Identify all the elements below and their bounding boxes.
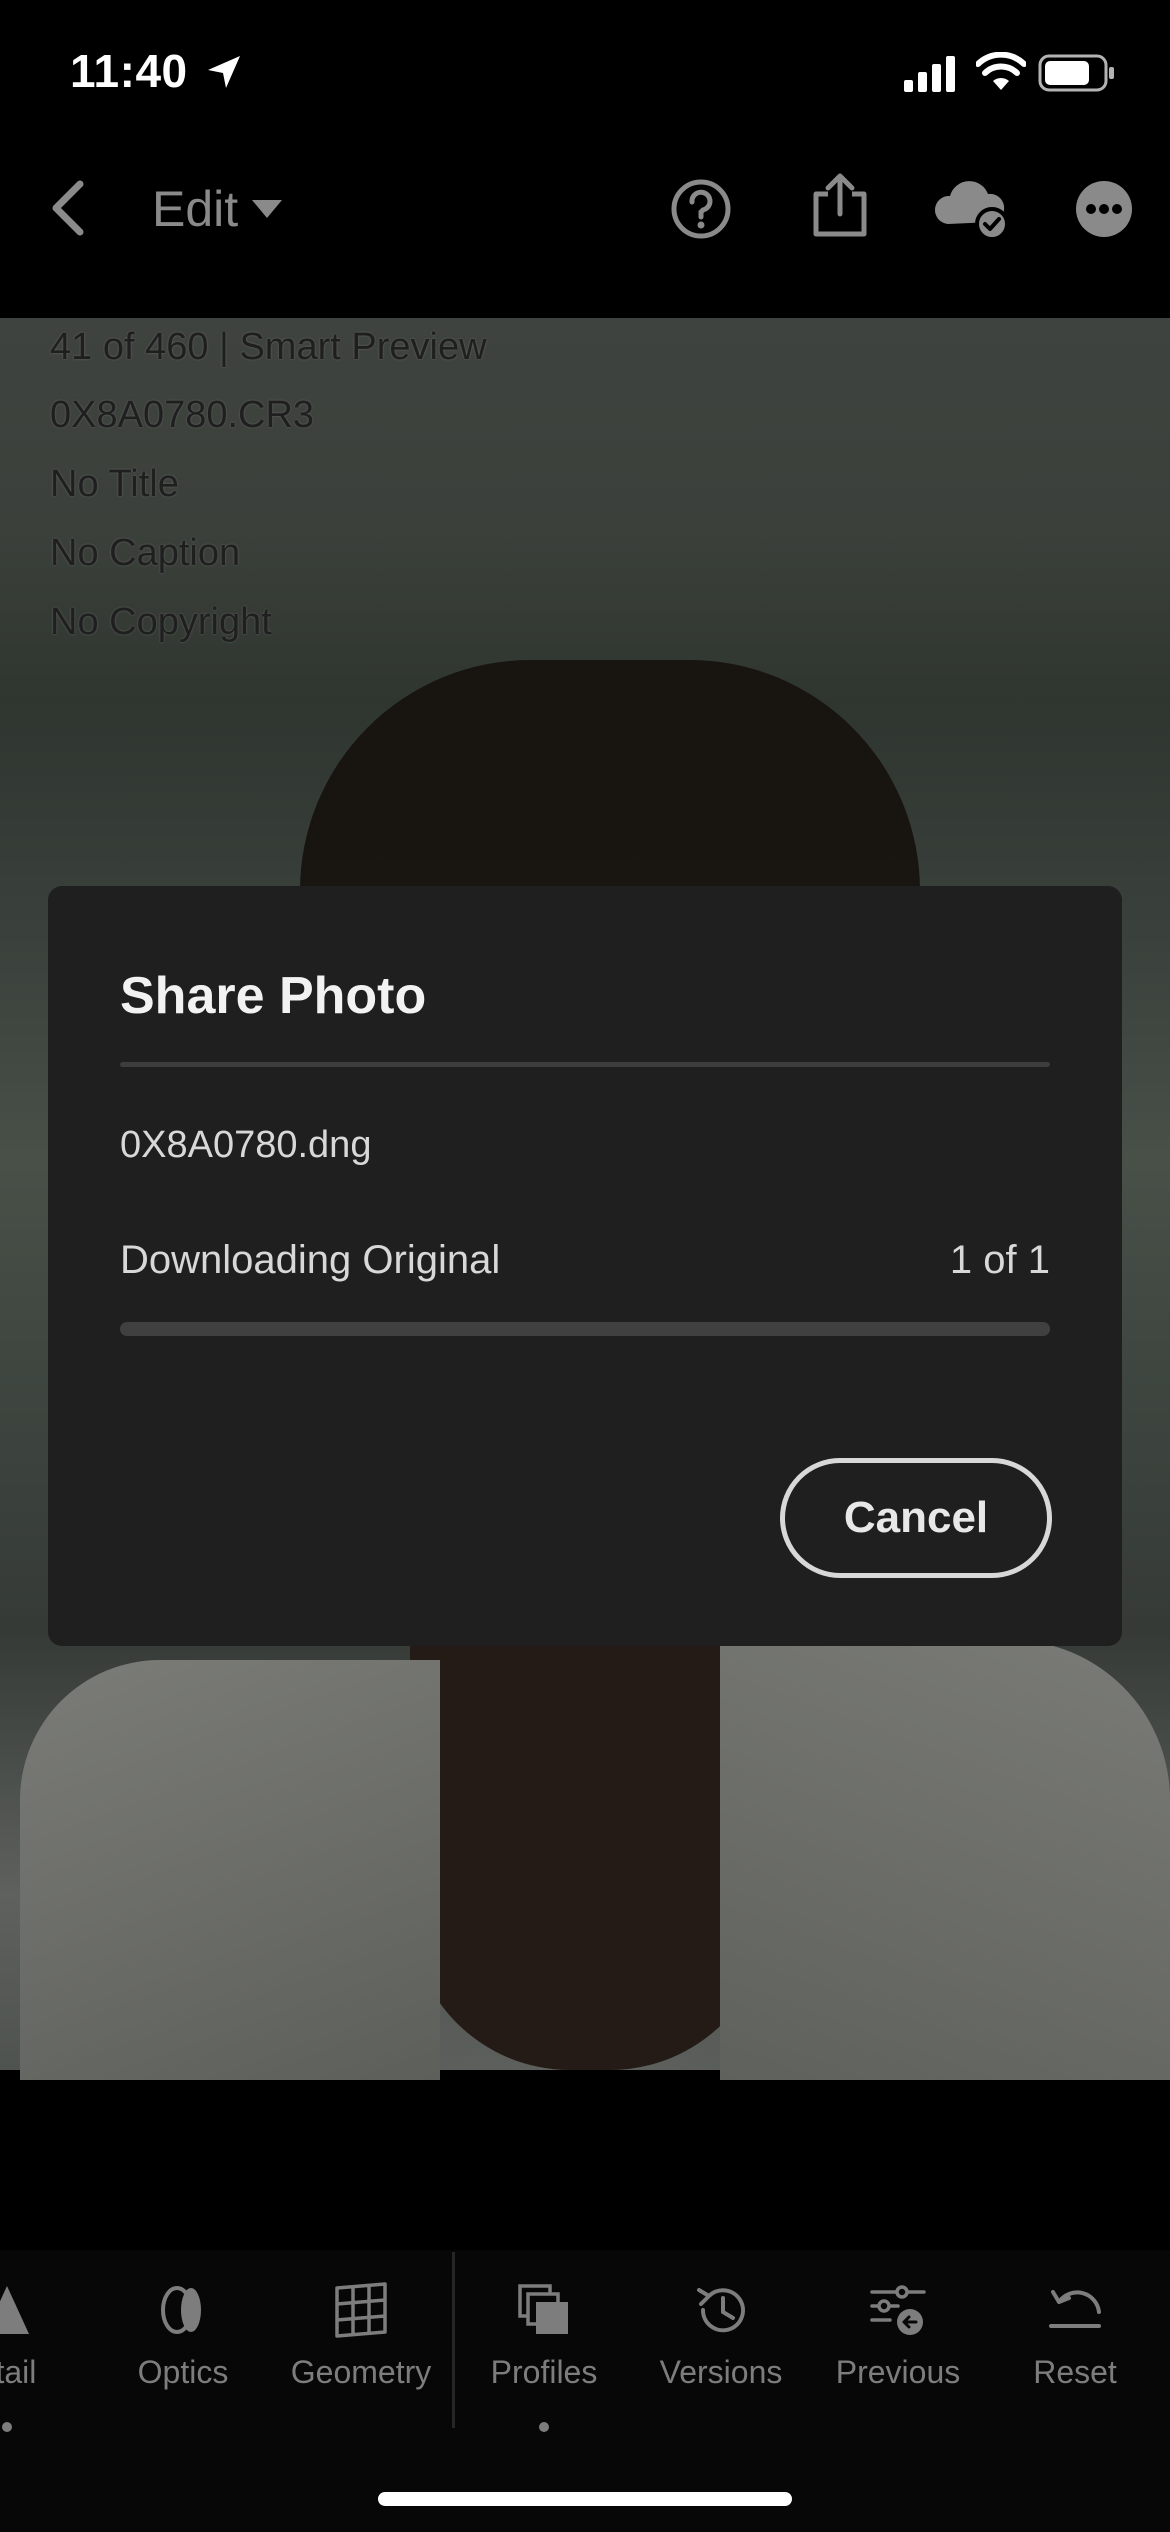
tool-detail[interactable]: etail <box>0 2280 92 2391</box>
edit-menu-label[interactable]: Edit <box>152 180 238 238</box>
photo-copyright: No Copyright <box>50 601 272 643</box>
cancel-button[interactable]: Cancel <box>780 1458 1052 1578</box>
download-count-text: 1 of 1 <box>949 1238 1050 1282</box>
photo-position-text: 41 of 460 | Smart Preview <box>50 326 487 368</box>
more-icon[interactable] <box>1075 180 1133 238</box>
photo-title: No Title <box>50 463 179 505</box>
photo-subject-neck <box>410 1620 770 2070</box>
tool-detail-label: etail <box>0 2354 37 2390</box>
location-arrow-icon <box>208 56 240 88</box>
detail-icon <box>0 2286 29 2334</box>
status-time: 11:40 <box>70 45 188 97</box>
photo-filename: 0X8A0780.CR3 <box>50 394 315 436</box>
cloud-synced-icon[interactable] <box>932 178 1012 242</box>
wifi-icon <box>976 52 1026 90</box>
download-progress-bar <box>120 1322 1050 1336</box>
dialog-file-name: 0X8A0780.dng <box>120 1124 372 1166</box>
home-indicator[interactable] <box>378 2492 792 2506</box>
toolbar-divider <box>452 2252 455 2428</box>
share-photo-dialog: Share Photo 0X8A0780.dng Downloading Ori… <box>48 886 1122 1646</box>
dropdown-caret-icon[interactable] <box>250 198 284 220</box>
versions-icon <box>697 2288 745 2333</box>
back-chevron-icon[interactable] <box>48 180 88 236</box>
share-icon[interactable] <box>808 172 872 238</box>
tool-geometry[interactable]: Geometry <box>276 2280 446 2391</box>
tool-profiles[interactable]: Profiles <box>459 2280 629 2391</box>
tool-previous-label: Previous <box>835 2354 961 2390</box>
tool-optics[interactable]: Optics <box>98 2280 268 2391</box>
optics-icon <box>161 2286 201 2334</box>
help-icon[interactable] <box>670 178 732 240</box>
dialog-divider <box>120 1062 1050 1067</box>
tool-reset[interactable]: Reset <box>990 2280 1160 2391</box>
geometry-icon <box>335 2282 387 2338</box>
battery-icon <box>1038 54 1114 92</box>
reset-icon <box>1049 2290 1101 2328</box>
tool-detail-indicator-dot <box>2 2422 12 2432</box>
tool-versions-label: Versions <box>659 2354 783 2390</box>
profiles-icon <box>518 2284 568 2334</box>
previous-icon <box>870 2285 926 2335</box>
cellular-signal-icon <box>904 56 955 92</box>
photo-caption: No Caption <box>50 532 241 574</box>
photo-subject-shirt-left <box>20 1660 440 2080</box>
tool-reset-label: Reset <box>1033 2354 1117 2390</box>
tool-previous[interactable]: Previous <box>813 2280 983 2391</box>
photo-subject-shirt-right <box>720 1640 1170 2080</box>
download-status-text: Downloading Original <box>120 1238 501 1282</box>
dialog-title: Share Photo <box>120 967 427 1025</box>
tool-optics-label: Optics <box>137 2354 229 2390</box>
tool-versions[interactable]: Versions <box>636 2280 806 2391</box>
tool-profiles-indicator-dot <box>539 2422 549 2432</box>
tool-geometry-label: Geometry <box>290 2354 432 2390</box>
tool-profiles-label: Profiles <box>490 2354 598 2390</box>
